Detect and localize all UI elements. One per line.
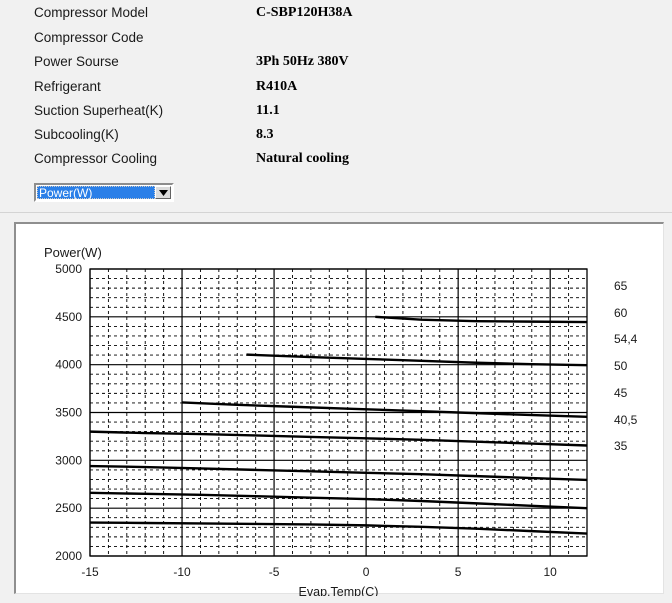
y-tick-label: 2500 — [55, 501, 82, 515]
spec-row-suction-superheat: Suction Superheat(K) 11.1 — [0, 103, 672, 126]
x-axis-tick-labels: -15 -10 -5 0 5 10 — [81, 565, 557, 579]
spec-label-power-sourse: Power Sourse — [34, 54, 119, 69]
spec-value-compressor-cooling: Natural cooling — [256, 151, 349, 167]
spec-row-refrigerant: Refrigerant R410A — [0, 79, 672, 102]
spec-label-compressor-cooling: Compressor Cooling — [34, 151, 157, 166]
series-line — [90, 466, 587, 480]
spec-row-compressor-cooling: Compressor Cooling Natural cooling — [0, 151, 672, 174]
spec-row-power-sourse: Power Sourse 3Ph 50Hz 380V — [0, 54, 672, 77]
compressor-spec-panel: Compressor Model C-SBP120H38A Compressor… — [0, 0, 672, 213]
x-tick-label: 5 — [455, 565, 462, 579]
spec-label-subcooling: Subcooling(K) — [34, 127, 119, 142]
spec-row-compressor-code: Compressor Code — [0, 30, 672, 53]
grid-major-layer — [90, 269, 587, 556]
spec-label-compressor-code: Compressor Code — [34, 30, 144, 45]
spec-value-compressor-model: C-SBP120H38A — [256, 5, 352, 21]
series-line — [90, 493, 587, 508]
y-tick-label: 4500 — [55, 310, 82, 324]
parameter-select-value[interactable]: Power(W) — [37, 186, 155, 199]
spec-value-subcooling: 8.3 — [256, 127, 274, 143]
spec-value-power-sourse: 3Ph 50Hz 380V — [256, 54, 349, 70]
spec-label-compressor-model: Compressor Model — [34, 5, 148, 20]
header-separator — [0, 212, 672, 213]
series-line — [90, 523, 587, 534]
spec-value-refrigerant: R410A — [256, 79, 297, 95]
y-tick-label: 5000 — [55, 262, 82, 276]
x-tick-label: -5 — [269, 565, 280, 579]
x-tick-label: -10 — [173, 565, 191, 579]
series-end-label: 45 — [614, 386, 628, 400]
series-end-label: 54,4 — [614, 332, 638, 346]
y-axis-tick-labels: 2000 2500 3000 3500 4000 4500 5000 — [55, 262, 82, 563]
series-line — [90, 432, 587, 446]
chart-svg: 2000 2500 3000 3500 4000 4500 5000 -15 -10 -5 0 5 1… — [16, 224, 666, 596]
x-axis-title: Evap.Temp(C) — [299, 585, 379, 596]
parameter-select[interactable]: Power(W) — [34, 183, 174, 202]
spec-value-suction-superheat: 11.1 — [256, 103, 280, 119]
chart-panel: 2000 2500 3000 3500 4000 4500 5000 -15 -10 -5 0 5 1… — [14, 222, 664, 594]
spec-label-suction-superheat: Suction Superheat(K) — [34, 103, 163, 118]
series-end-label: 50 — [614, 359, 628, 373]
series-end-label: 35 — [614, 439, 628, 453]
series-line — [246, 355, 587, 366]
x-tick-label: 10 — [544, 565, 558, 579]
series-end-labels: 65 60 54,4 50 45 40,5 35 — [614, 279, 638, 453]
series-end-label: 60 — [614, 306, 628, 320]
y-tick-label: 3500 — [55, 406, 82, 420]
spec-row-subcooling: Subcooling(K) 8.3 — [0, 127, 672, 150]
spec-label-refrigerant: Refrigerant — [34, 79, 101, 94]
series-end-label: 65 — [614, 279, 628, 293]
y-tick-label: 4000 — [55, 358, 82, 372]
performance-chart: 2000 2500 3000 3500 4000 4500 5000 -15 -10 -5 0 5 1… — [16, 224, 666, 596]
x-tick-label: -15 — [81, 565, 99, 579]
y-tick-label: 2000 — [55, 549, 82, 563]
chevron-down-icon[interactable] — [155, 186, 171, 199]
series-line — [375, 317, 587, 322]
series-layer — [90, 317, 587, 534]
series-end-label: 40,5 — [614, 413, 638, 427]
spec-row-compressor-model: Compressor Model C-SBP120H38A — [0, 5, 672, 28]
y-tick-label: 3000 — [55, 453, 82, 467]
x-tick-label: 0 — [363, 565, 370, 579]
y-axis-title: Power(W) — [44, 245, 102, 260]
